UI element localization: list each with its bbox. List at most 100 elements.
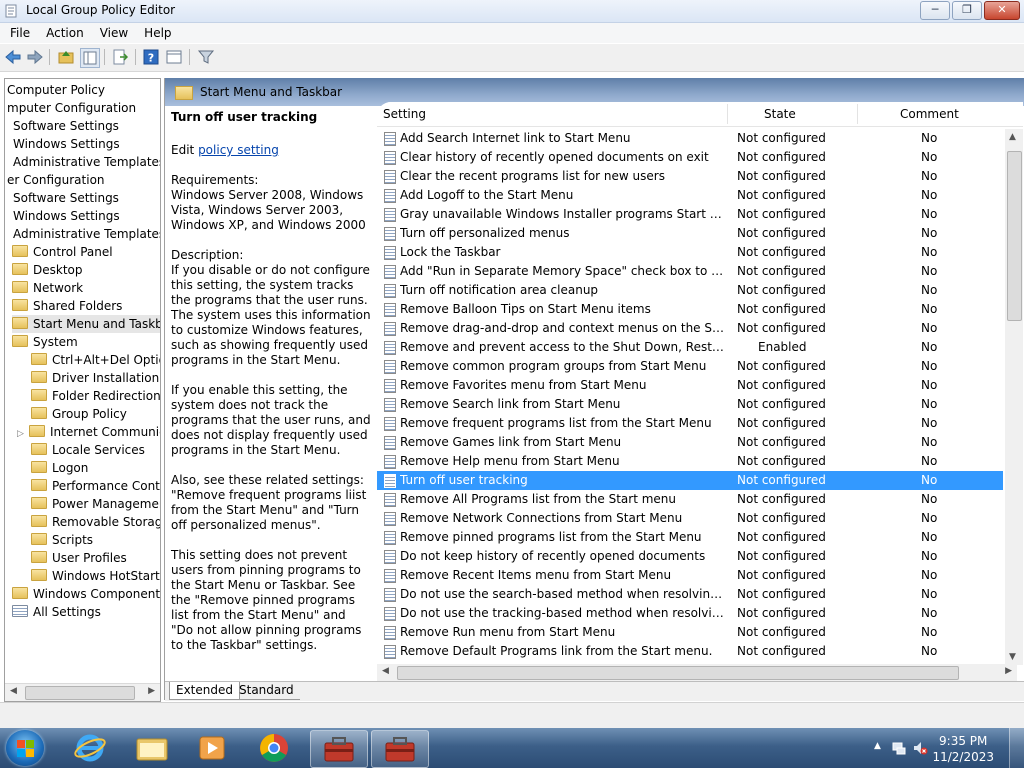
tree-node[interactable]: Software Settings [13,189,119,207]
table-row[interactable]: Turn off user tracking Not configured No [377,471,1003,490]
table-row[interactable]: Remove Search link from Start Menu Not co… [377,395,1003,414]
tree-node[interactable]: User Profiles [31,549,127,567]
tree-node[interactable]: Windows Settings [13,135,120,153]
table-row[interactable]: Remove and prevent access to the Shut Do… [377,338,1003,357]
table-row[interactable]: Remove Recent Items menu from Start Menu… [377,566,1003,585]
scroll-right-icon[interactable]: ▶ [1005,666,1012,676]
tree-node[interactable]: Windows HotStart [31,567,160,585]
export-list-icon[interactable] [111,48,129,66]
edit-policy-setting-link[interactable]: policy setting [198,143,279,157]
table-row[interactable]: Lock the Taskbar Not configured No [377,243,1003,262]
settings-horizontal-scrollbar[interactable]: ◀ ▶ [377,664,1017,681]
taskbar-group-policy-1[interactable] [310,730,368,768]
tree-node[interactable]: Administrative Templates [13,153,160,171]
menu-file[interactable]: File [0,23,38,42]
tree-node[interactable]: Computer Policy [7,81,105,99]
up-folder-icon[interactable] [57,48,75,66]
tree-node[interactable]: All Settings [12,603,101,621]
scroll-down-icon[interactable]: ▼ [1009,652,1016,662]
tree-node[interactable]: Logon [31,459,88,477]
table-row[interactable]: Remove Network Connections from Start Me… [377,509,1003,528]
tab-extended[interactable]: Extended [169,682,240,700]
tree-node[interactable]: er Configuration [7,171,105,189]
taskbar-windows-explorer[interactable] [124,730,180,766]
table-row[interactable]: Remove All Programs list from the Start … [377,490,1003,509]
column-header-state[interactable]: State [764,107,796,121]
maximize-button[interactable]: ❐ [952,1,982,20]
expand-arrow-icon[interactable]: ▷ [17,425,25,443]
table-row[interactable]: Remove pinned programs list from the Sta… [377,528,1003,547]
tree-node[interactable]: Network [12,279,83,297]
table-row[interactable]: Remove Run menu from Start Menu Not confi… [377,623,1003,642]
title-bar[interactable]: Local Group Policy Editor ─ ❐ ✕ [0,0,1024,23]
table-row[interactable]: Clear history of recently opened documen… [377,148,1003,167]
table-row[interactable]: Add "Run in Separate Memory Space" check… [377,262,1003,281]
menu-view[interactable]: View [92,23,136,42]
show-desktop-button[interactable] [1009,728,1024,768]
tree-node[interactable]: mputer Configuration [7,99,136,117]
column-header-setting[interactable]: Setting [383,107,426,121]
table-row[interactable]: Turn off personalized menus Not configure… [377,224,1003,243]
tree-node[interactable]: ▷ Internet Communication [17,423,160,441]
taskbar-chrome[interactable] [246,730,302,766]
scroll-thumb[interactable] [1007,151,1022,321]
taskbar-internet-explorer[interactable] [62,730,118,766]
tree-node[interactable]: Control Panel [12,243,113,261]
menu-action[interactable]: Action [38,23,92,42]
table-row[interactable]: Turn off notification area cleanup Not co… [377,281,1003,300]
scroll-left-icon[interactable]: ◀ [382,666,389,676]
tree-node[interactable]: Group Policy [31,405,127,423]
scroll-thumb[interactable] [25,686,135,700]
scroll-right-icon[interactable]: ▶ [148,686,155,696]
table-row[interactable]: Do not use the tracking-based method whe… [377,604,1003,623]
network-icon[interactable] [891,740,907,756]
table-row[interactable]: Remove drag-and-drop and context menus o… [377,319,1003,338]
tree-node[interactable]: Windows Settings [13,207,120,225]
table-row[interactable]: Remove common program groups from Start … [377,357,1003,376]
column-header-comment[interactable]: Comment [900,107,959,121]
show-hidden-icons-icon[interactable]: ▲ [874,741,881,751]
tree-horizontal-scrollbar[interactable]: ◀ ▶ [5,683,160,701]
tree-node[interactable]: Desktop [12,261,83,279]
forward-icon[interactable] [26,48,44,66]
start-button[interactable] [6,730,44,766]
table-row[interactable]: Do not keep history of recently opened d… [377,547,1003,566]
table-row[interactable]: Remove Help menu from Start Menu Not conf… [377,452,1003,471]
tree-node[interactable]: Administrative Templates [13,225,160,243]
scroll-left-icon[interactable]: ◀ [10,686,17,696]
properties-icon[interactable] [165,48,183,66]
tree-node[interactable]: Folder Redirection [31,387,160,405]
show-hide-tree-icon[interactable] [80,48,100,68]
scroll-thumb[interactable] [397,666,959,680]
close-button[interactable]: ✕ [984,1,1020,20]
table-row[interactable]: Remove Games link from Start Menu Not con… [377,433,1003,452]
table-row[interactable]: Remove Balloon Tips on Start Menu items N… [377,300,1003,319]
table-row[interactable]: Remove Favorites menu from Start Menu Not… [377,376,1003,395]
table-row[interactable]: Gray unavailable Windows Installer progr… [377,205,1003,224]
tree-node[interactable]: Scripts [31,531,93,549]
table-row[interactable]: Add Search Internet link to Start Menu No… [377,129,1003,148]
table-row[interactable]: Add Logoff to the Start Menu Not configur… [377,186,1003,205]
clock[interactable]: 9:35 PM 11/2/2023 [932,733,994,765]
tree-node[interactable]: Performance Control [31,477,160,495]
volume-muted-icon[interactable] [912,740,928,756]
tree-node[interactable]: Shared Folders [12,297,122,315]
scroll-up-icon[interactable]: ▲ [1009,132,1016,142]
tree-node[interactable]: Ctrl+Alt+Del Options [31,351,160,369]
help-icon[interactable]: ? [142,48,160,66]
back-icon[interactable] [4,48,22,66]
taskbar-group-policy-2[interactable] [371,730,429,768]
settings-vertical-scrollbar[interactable]: ▲ ▼ [1005,129,1023,665]
tab-standard[interactable]: Standard [233,682,300,700]
table-row[interactable]: Remove frequent programs list from the S… [377,414,1003,433]
tree-node[interactable]: System [12,333,78,351]
tree-node[interactable]: Software Settings [13,117,119,135]
tree-node[interactable]: Windows Components [12,585,160,603]
minimize-button[interactable]: ─ [920,1,950,20]
tree-node[interactable]: Start Menu and Taskbar [12,315,160,333]
table-row[interactable]: Remove Default Programs link from the St… [377,642,1003,661]
tree-node[interactable]: Power Management [31,495,160,513]
table-row[interactable]: Do not use the search-based method when … [377,585,1003,604]
filter-icon[interactable] [197,48,215,66]
menu-help[interactable]: Help [136,23,179,42]
